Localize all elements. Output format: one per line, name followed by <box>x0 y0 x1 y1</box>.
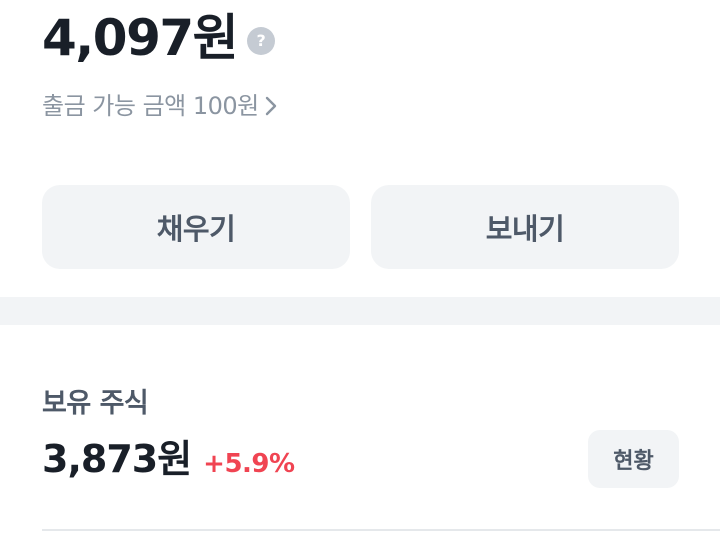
withdrawable-amount-text: 출금 가능 금액 100원 <box>42 92 259 120</box>
question-circle-icon[interactable]: ? <box>247 27 276 55</box>
holdings-title: 보유 주식 <box>42 388 149 419</box>
holdings-change: +5.9% <box>203 449 295 479</box>
holdings-status-button[interactable]: 현황 <box>588 430 679 488</box>
withdrawable-amount-link[interactable]: 출금 가능 금액 100원 <box>42 90 277 122</box>
send-button[interactable]: 보내기 <box>371 185 679 269</box>
holdings-amount: 3,873원 <box>42 437 192 481</box>
holdings-row: 3,873원 +5.9% <box>42 433 295 485</box>
section-divider <box>0 297 720 325</box>
chevron-right-icon <box>265 96 277 116</box>
balance-row: 4,097원 ? <box>42 8 276 68</box>
fill-button[interactable]: 채우기 <box>42 185 350 269</box>
bottom-divider <box>42 529 720 531</box>
balance-amount: 4,097원 <box>42 9 239 67</box>
